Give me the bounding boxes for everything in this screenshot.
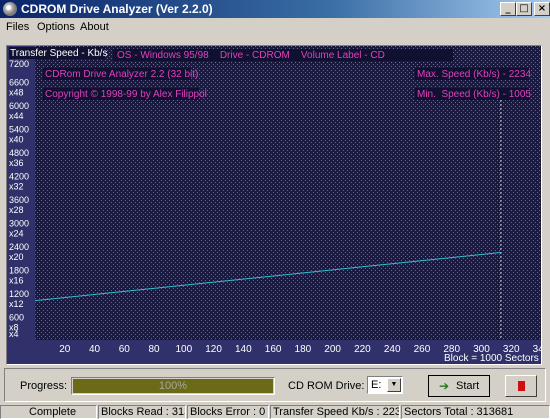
maximize-button[interactable]: □ [516,2,532,16]
y-tick-label: 7200 [9,59,29,69]
y-tick-label: 6000 [9,101,29,111]
progress-text: 100% [158,380,188,392]
y-tick-label: 3000 [9,219,29,229]
min-speed-text: Min. Speed (Kb/s) - 1005 [417,89,531,100]
menu-bar: Files Options About [0,19,550,36]
control-panel: Progress: 100% CD ROM Drive: E: ▼ ➔ Star… [4,368,546,402]
x-tick-label: 240 [384,344,401,355]
y-tick-label: x32 [9,182,24,192]
y-tick-label: 4800 [9,148,29,158]
y-tick-label: 4200 [9,172,29,182]
minimize-button[interactable]: _ [500,2,516,16]
y-tick-label: x44 [9,111,24,121]
status-sectors-total: Sectors Total : 313681 [401,405,550,419]
y-axis-label: Transfer Speed - Kb/s [10,48,107,59]
progress-bar: 100% [71,377,275,395]
y-tick-label: x36 [9,158,24,168]
y-tick-label: 1200 [9,289,29,299]
drive-select[interactable]: E: ▼ [367,376,403,394]
arrow-right-icon: ➔ [439,379,450,393]
chevron-down-icon[interactable]: ▼ [387,378,401,392]
y-tick-label: x4 [9,329,19,339]
x-tick-label: 120 [205,344,222,355]
x-tick-label: 80 [148,344,160,355]
y-tick-label: 2400 [9,242,29,252]
menu-about[interactable]: About [80,21,109,33]
x-tick-label: 220 [354,344,371,355]
stop-icon [518,381,525,391]
y-tick-label: 5400 [9,125,29,135]
progress-label: Progress: [20,380,68,392]
y-tick-label: 3600 [9,195,29,205]
copyright-text: Copyright © 1998-99 by Alex Filippol [45,89,207,100]
x-tick-label: 200 [324,344,341,355]
y-tick-label: 6600 [9,78,29,88]
x-tick-label: 160 [265,344,282,355]
y-tick-label: x48 [9,88,24,98]
x-tick-label: 140 [235,344,252,355]
title-bar: CDROM Drive Analyzer (Ver 2.2.0) _ □ × [0,0,550,18]
y-tick-label: x12 [9,299,24,309]
y-tick-label: 1800 [9,266,29,276]
drive-value: E: [371,379,382,391]
stop-button[interactable] [505,375,537,397]
menu-files[interactable]: Files [6,21,29,33]
status-state: Complete [0,405,97,419]
status-blocks-error: Blocks Error : 0 [187,405,269,419]
y-tick-label: x20 [9,252,24,262]
y-tick-label: x16 [9,276,24,286]
y-tick-label: 600 [9,313,24,323]
x-axis-label: Block = 1000 Sectors [444,353,539,364]
window-title: CDROM Drive Analyzer (Ver 2.2.0) [21,2,213,16]
status-blocks-read: Blocks Read : 313 [98,405,186,419]
cd-icon [3,2,17,16]
app-name-text: CDRom Drive Analyzer 2.2 (32 bit) [45,69,198,80]
menu-options[interactable]: Options [37,21,75,33]
y-tick-label: x24 [9,229,24,239]
y-tick-label: x40 [9,135,24,145]
close-button[interactable]: × [534,2,550,16]
max-speed-text: Max. Speed (Kb/s) - 2234 [417,69,531,80]
drive-label: CD ROM Drive: [288,380,365,392]
x-tick-label: 40 [89,344,101,355]
status-bar: Complete Blocks Read : 313 Blocks Error … [0,405,550,419]
y-tick-label: x28 [9,205,24,215]
x-tick-label: 20 [59,344,71,355]
start-label: Start [456,380,480,392]
info-bar-text: OS - Windows 95/98 Drive - CDROM Volume … [117,50,385,61]
speed-chart: 7200 x48 6600 x44 6000 x40 5400 x36 4800 x32 4200 x… [6,45,542,365]
x-tick-label: 260 [414,344,431,355]
speed-chart-svg: 7200 x486600 x446000 x405400 x364800 x324200 x… [7,46,541,364]
x-tick-label: 180 [295,344,312,355]
x-tick-label: 100 [175,344,192,355]
x-tick-label: 60 [119,344,131,355]
start-button[interactable]: ➔ Start [428,375,490,397]
status-transfer-speed: Transfer Speed Kb/s : 2234 [270,405,400,419]
